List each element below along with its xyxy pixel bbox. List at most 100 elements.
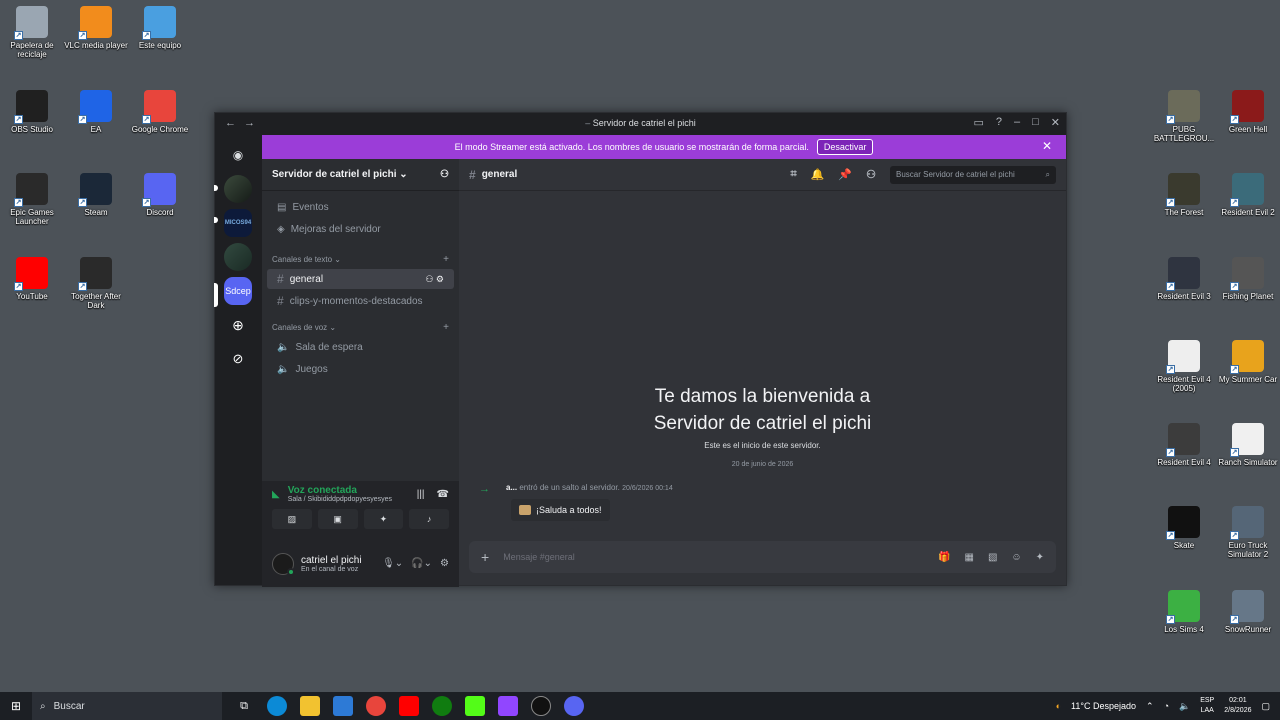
vlc-icon: ↗ [78,6,112,40]
desktop-icon-label: Google Chrome [131,125,189,134]
discord-taskbar-icon[interactable] [564,696,584,716]
add-attachment-icon[interactable]: + [481,549,489,565]
disconnect-icon[interactable]: ☎ [437,489,449,500]
youtube-icon[interactable] [399,696,419,716]
voice-channel-juegos[interactable]: 🔈 Juegos [267,359,454,379]
desktop-icon[interactable]: ↗ Green Hell [1216,90,1280,134]
edge-icon[interactable] [267,696,287,716]
noise-suppression-icon[interactable]: ||| [417,489,425,500]
gear-icon[interactable]: ⚙ [440,558,449,569]
desktop-icon[interactable]: ↗ Los Sims 4 [1152,590,1216,634]
add-channel-icon[interactable]: + [443,322,449,333]
add-server-icon[interactable]: ⊕ [224,311,252,339]
apps-icon[interactable]: ✦ [1036,552,1044,563]
xbox-icon[interactable] [432,696,452,716]
headphones-icon[interactable]: 🎧⌄ [411,558,432,569]
help-icon[interactable]: ? [996,116,1002,129]
desktop-icon-label: Los Sims 4 [1164,625,1204,634]
store-icon[interactable] [333,696,353,716]
desktop-icon[interactable]: ↗ Resident Evil 3 [1152,257,1216,301]
activities-button[interactable]: ✦ [363,509,404,529]
desktop-icon[interactable]: ↗ Discord [128,173,192,217]
soundboard-button[interactable]: ♪ [409,509,449,529]
sidebar-item-boosts[interactable]: ◈ Mejoras del servidor [267,219,454,239]
inbox-icon[interactable]: ▭ [973,116,983,129]
channel-general[interactable]: # general ⚇ ⚙ [267,269,454,289]
desktop-icon[interactable]: ↗ PUBG BATTLEGROU... [1152,90,1216,143]
windows-start-icon[interactable]: ⊞ [0,692,32,720]
gift-icon[interactable]: 🎁 [938,552,950,563]
bell-icon[interactable]: 🔔 [811,168,825,181]
desktop-icon[interactable]: ↗ Epic Games Launcher [0,173,64,226]
voice-channel-sala[interactable]: 🔈 Sala de espera [267,337,454,357]
screen-share-button[interactable]: ▣ [317,509,358,529]
obs-icon[interactable] [531,696,551,716]
desktop-icon[interactable]: ↗ VLC media player [64,6,128,50]
microphone-icon[interactable]: 🎙⌄ [382,558,403,569]
shortcut-arrow-icon: ↗ [1230,448,1239,457]
server-icon[interactable]: MICOS94 [224,209,252,237]
settings-icon[interactable]: ⚇ ⚙ [425,274,444,285]
notification-icon[interactable]: ▢ [1261,701,1270,712]
minimize-button[interactable]: – [1014,116,1020,129]
language-indicator[interactable]: ESP LAA [1200,696,1214,716]
sticker-icon[interactable]: ▧ [988,552,997,563]
desktop-icon[interactable]: ↗ The Forest [1152,173,1216,217]
close-icon[interactable]: ✕ [1042,139,1052,153]
signal-icon: ◣ [272,488,280,500]
desktop-icon[interactable]: ↗ Ranch Simulator [1216,423,1280,467]
pin-icon[interactable]: 📌 [838,168,852,181]
server-icon-active[interactable]: Sdcep [224,277,252,305]
message-composer[interactable]: + Mensaje #general 🎁 ▦ ▧ ☺ ✦ [469,541,1056,573]
desktop-icon[interactable]: ↗ Resident Evil 4 (2005) [1152,340,1216,393]
add-channel-icon[interactable]: + [443,254,449,265]
desktop-icon[interactable]: ↗ Fishing Planet [1216,257,1280,301]
tray-chevron-icon[interactable]: ⌃ [1146,701,1154,712]
camera-button[interactable]: ▨ [272,509,312,529]
fishing-planet-icon: ↗ [1230,257,1264,291]
voice-category[interactable]: Canales de voz ⌄ + [262,319,459,335]
gif-icon[interactable]: ▦ [964,552,973,563]
discord-home-icon[interactable]: ◉ [224,141,252,169]
desktop-icon[interactable]: ↗ Skate [1152,506,1216,550]
chrome-icon[interactable] [366,696,386,716]
explore-icon[interactable]: ⊘ [224,345,252,373]
search-input[interactable]: Buscar Servidor de catriel el pichi ⌕ [890,165,1056,184]
sidebar-item-events[interactable]: ▤ Eventos [267,197,454,217]
desktop-icon[interactable]: ↗ Resident Evil 4 [1152,423,1216,467]
channel-clips[interactable]: # clips-y-momentos-destacados [267,291,454,311]
server-icon[interactable] [224,175,252,203]
desktop-icon[interactable]: ↗ OBS Studio [0,90,64,134]
avatar[interactable] [272,552,295,576]
desktop-icon[interactable]: ↗ SnowRunner [1216,590,1280,634]
members-icon[interactable]: ⚇ [866,168,876,181]
volume-icon[interactable]: 🔈 [1179,701,1190,712]
desktop-icon[interactable]: ↗ Resident Evil 2 [1216,173,1280,217]
server-icon[interactable] [224,243,252,271]
disable-streamer-button[interactable]: Desactivar [816,139,874,155]
taskbar-search[interactable]: ⌕ Buscar [32,692,222,720]
desktop-icon[interactable]: ↗ Este equipo [128,6,192,50]
text-category[interactable]: Canales de texto ⌄ + [262,251,459,267]
task-view-icon[interactable]: ⧉ [234,696,254,716]
server-header[interactable]: Servidor de catriel el pichi ⌄ ⚇ [262,159,459,191]
wave-button[interactable]: ¡Saluda a todos! [511,499,610,521]
desktop-icon[interactable]: ↗ YouTube [0,257,64,301]
desktop-icon[interactable]: ↗ Euro Truck Simulator 2 [1216,506,1280,559]
desktop-icon[interactable]: ↗ Together After Dark [64,257,128,310]
close-button[interactable]: ✕ [1051,116,1060,129]
add-member-icon[interactable]: ⚇ [440,169,449,180]
threads-icon[interactable]: ⌗ [791,168,797,181]
twitch-icon[interactable] [498,696,518,716]
desktop-icon[interactable]: ↗ Google Chrome [128,90,192,134]
kick-icon[interactable] [465,696,485,716]
desktop-icon[interactable]: ↗ EA [64,90,128,134]
clock[interactable]: 02:01 2/8/2026 [1224,696,1251,716]
file-explorer-icon[interactable] [300,696,320,716]
network-icon[interactable]: ◔ [1164,701,1169,711]
maximize-button[interactable]: □ [1032,116,1039,129]
emoji-icon[interactable]: ☺ [1011,552,1021,563]
desktop-icon[interactable]: ↗ My Summer Car [1216,340,1280,384]
desktop-icon[interactable]: ↗ Steam [64,173,128,217]
desktop-icon[interactable]: ↗ Papelera de reciclaje [0,6,64,59]
